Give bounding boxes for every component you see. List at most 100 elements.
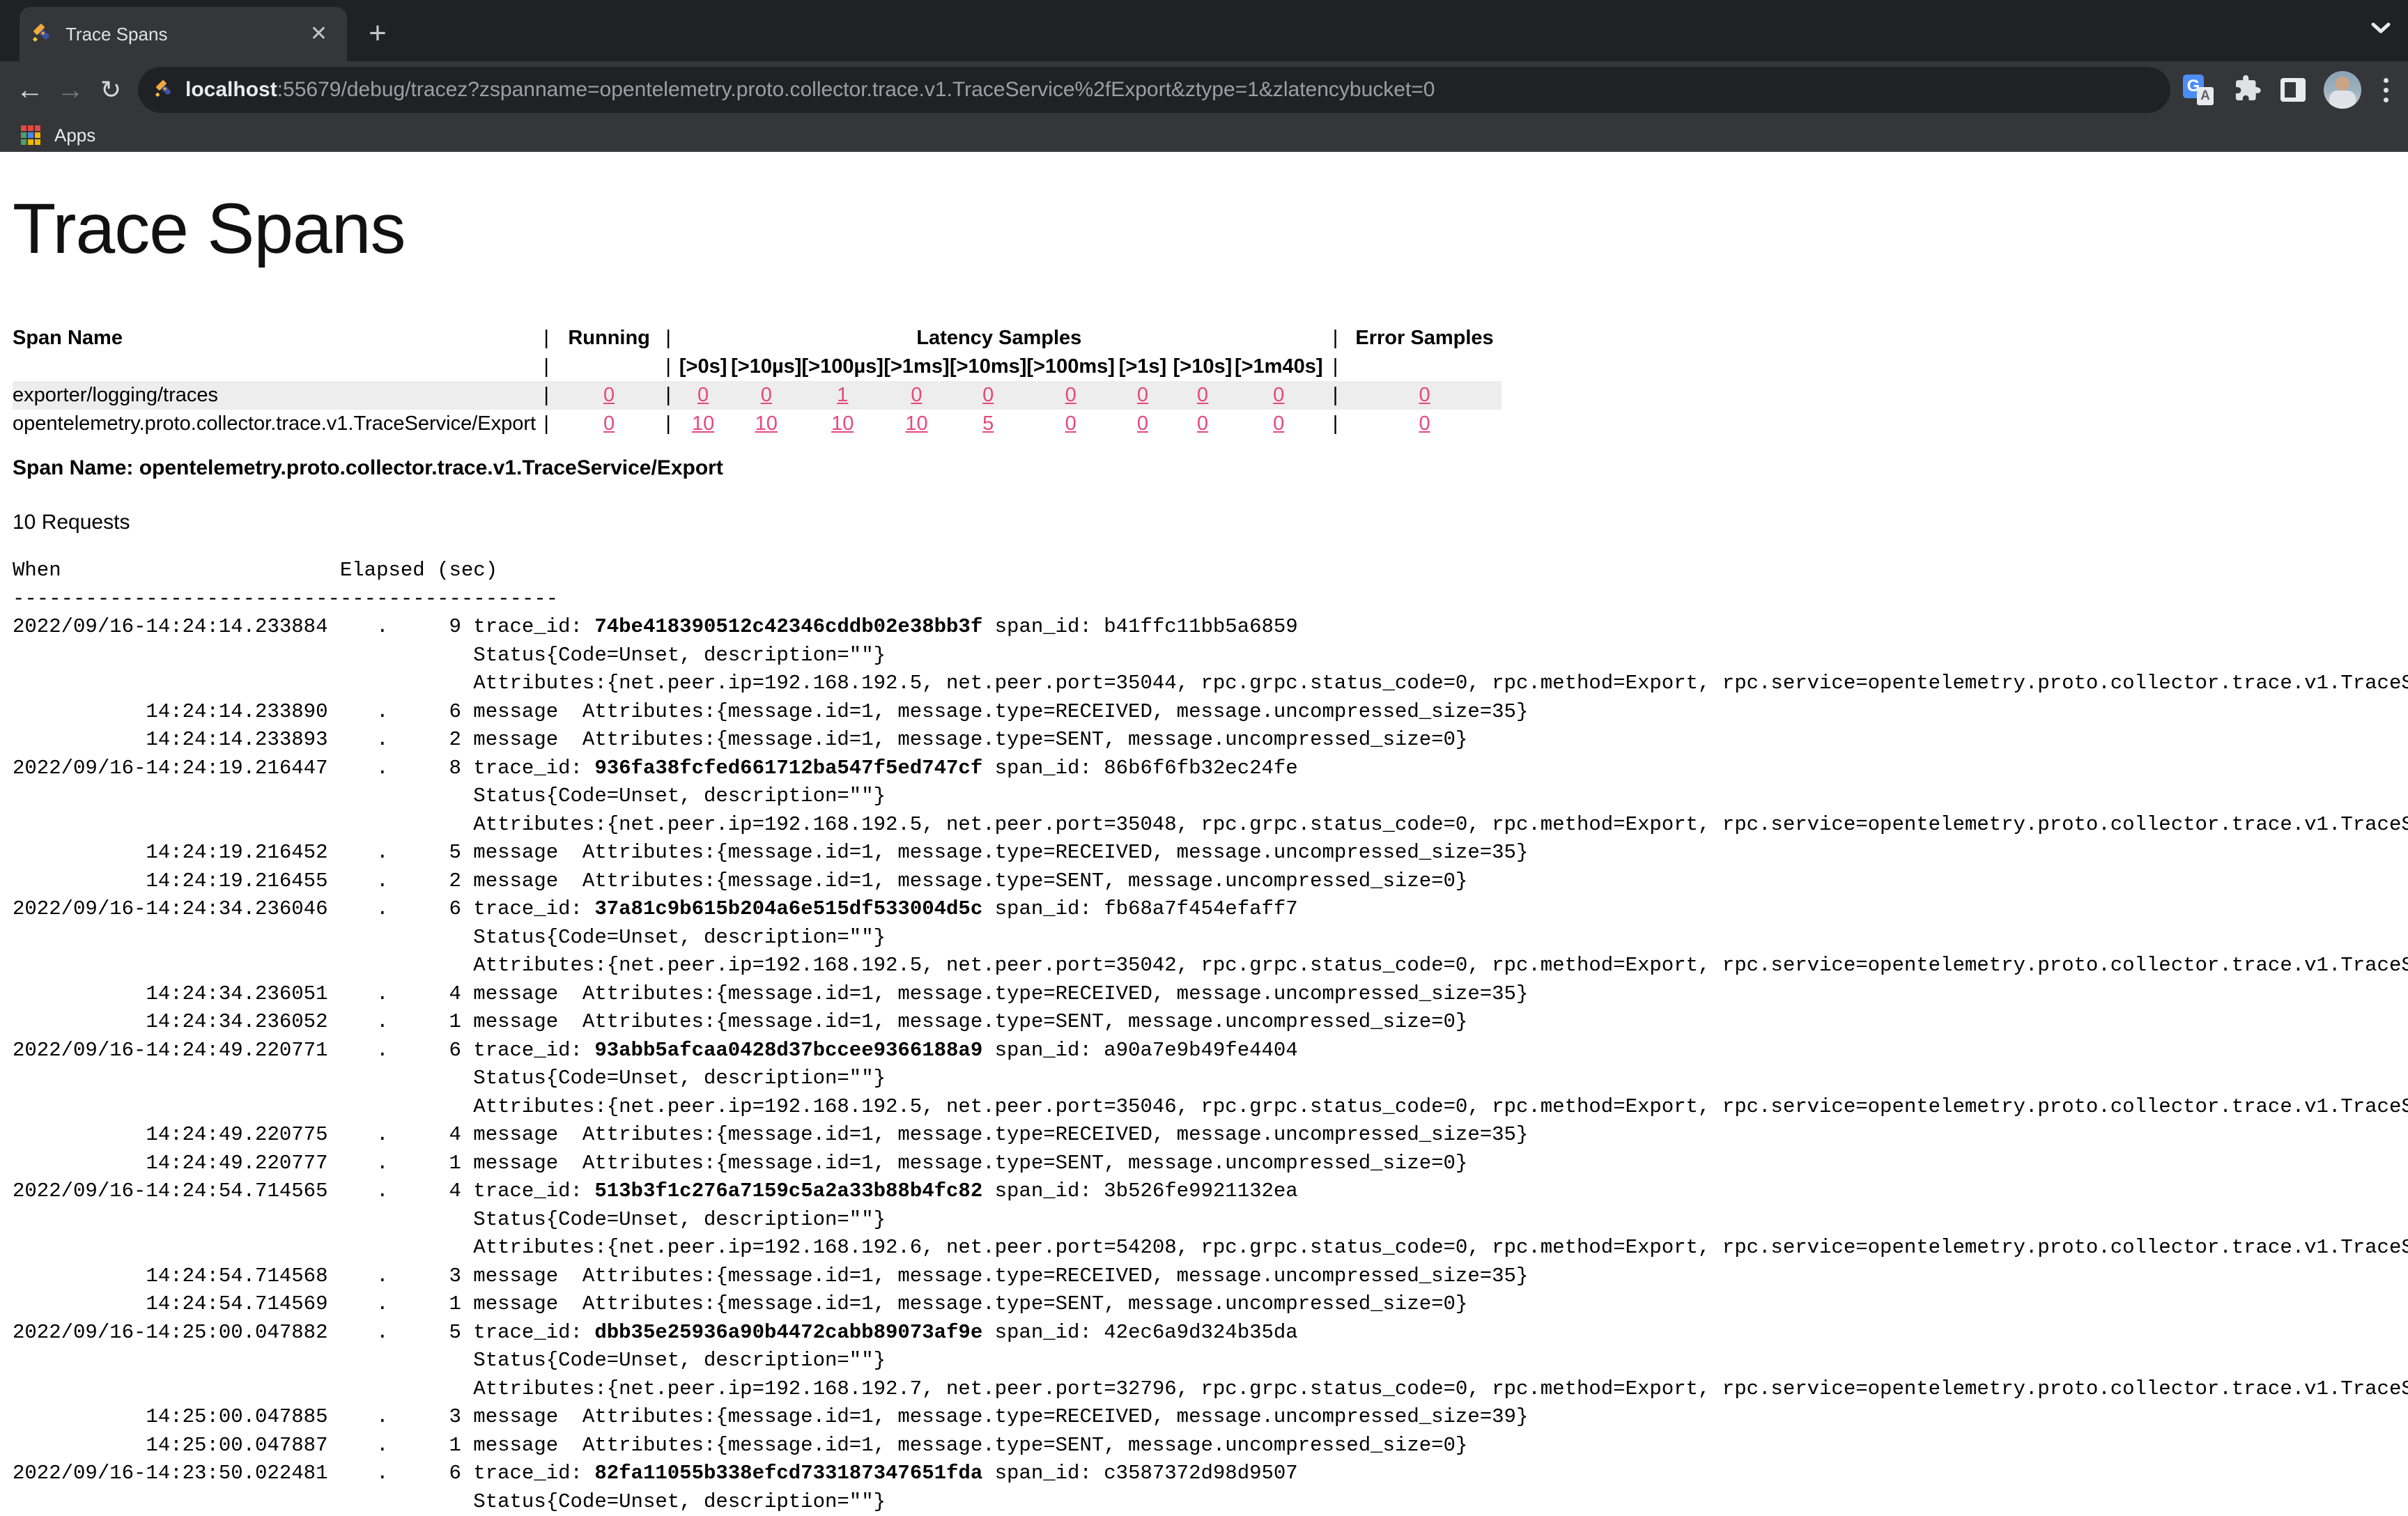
sample-start-line: 2022/09/16-14:24:14.233884 . 9 trace_id:… — [13, 613, 2408, 642]
latency-count-cell: 0 — [1026, 381, 1115, 410]
bucket-header-row: | | [>0s][>10µs][>100µs][>1ms][>10ms][>1… — [13, 353, 1502, 381]
back-button[interactable]: ← — [10, 75, 50, 106]
attributes-line: Attributes:{net.peer.ip=192.168.192.5, n… — [13, 1093, 2408, 1122]
sample-count-link[interactable]: 10 — [905, 412, 927, 435]
url-path: :55679/debug/tracez?zspanname=openteleme… — [277, 78, 1435, 101]
event-line: 14:24:54.714569 . 1 message Attributes:{… — [13, 1290, 2408, 1319]
bookmark-apps[interactable]: Apps — [54, 125, 95, 146]
span-summary-table: Span Name | Running | Latency Samples | … — [13, 324, 1502, 438]
sample-count-link[interactable]: 0 — [603, 384, 615, 406]
trace-samples: 2022/09/16-14:24:14.233884 . 9 trace_id:… — [13, 613, 2408, 1516]
translate-icon[interactable]: GA — [2183, 75, 2214, 105]
pipe-separator: | — [661, 381, 675, 410]
bucket-label: [>1s] — [1115, 353, 1171, 381]
event-line: 14:24:49.220775 . 4 message Attributes:{… — [13, 1121, 2408, 1150]
event-line: 14:24:14.233890 . 6 message Attributes:{… — [13, 698, 2408, 727]
sample-start-line: 2022/09/16-14:24:34.236046 . 6 trace_id:… — [13, 895, 2408, 924]
toolbar-actions: GA — [2183, 71, 2398, 109]
span-name-cell: exporter/logging/traces — [13, 381, 536, 410]
pipe-separator: | — [1323, 410, 1348, 438]
trace-id-value: 513b3f1c276a7159c5a2a33b88b4fc82 — [594, 1179, 982, 1202]
status-line: Status{Code=Unset, description=""} — [13, 642, 2408, 670]
latency-count-cell: 0 — [1235, 410, 1323, 438]
attributes-line: Attributes:{net.peer.ip=192.168.192.5, n… — [13, 670, 2408, 698]
error-count-cell: 0 — [1348, 410, 1502, 438]
sample-count-link[interactable]: 0 — [982, 384, 994, 406]
sample-count-link[interactable]: 0 — [1065, 412, 1076, 435]
latency-count-cell: 0 — [675, 381, 731, 410]
latency-count-cell: 0 — [950, 381, 1026, 410]
browser-toolbar: ← → ↻ localhost:55679/debug/tracez?zspan… — [0, 61, 2408, 118]
sample-count-link[interactable]: 0 — [1197, 412, 1208, 435]
sample-count-link[interactable]: 5 — [982, 412, 994, 435]
sample-count-link[interactable]: 0 — [1137, 384, 1148, 406]
bucket-label: [>100ms] — [1026, 353, 1115, 381]
attributes-line: Attributes:{net.peer.ip=192.168.192.5, n… — [13, 952, 2408, 980]
attributes-line: Attributes:{net.peer.ip=192.168.192.6, n… — [13, 1234, 2408, 1262]
bucket-label: [>0s] — [675, 353, 731, 381]
pipe-separator: | — [661, 410, 675, 438]
address-bar[interactable]: localhost:55679/debug/tracez?zspanname=o… — [138, 67, 2170, 113]
pipe-separator: | — [536, 353, 557, 381]
trace-id-value: 74be418390512c42346cddb02e38bb3f — [594, 615, 982, 638]
sample-count-link[interactable]: 0 — [1273, 384, 1284, 406]
menu-dots-icon[interactable] — [2379, 78, 2393, 102]
new-tab-button[interactable]: + — [361, 18, 394, 52]
trace-id-value: 936fa38fcfed661712ba547f5ed747cf — [594, 757, 982, 780]
tab-strip: Trace Spans ✕ + — [0, 0, 2408, 61]
tab-title: Trace Spans — [65, 24, 303, 45]
request-count: 10 Requests — [13, 511, 2408, 534]
forward-button[interactable]: → — [50, 75, 91, 106]
header-errors: Error Samples — [1348, 324, 1502, 353]
sample-count-link[interactable]: 0 — [761, 384, 772, 406]
header-latency: Latency Samples — [675, 324, 1322, 353]
sample-count-link[interactable]: 10 — [831, 412, 854, 435]
sample-count-link[interactable]: 1 — [837, 384, 848, 406]
bookmarks-bar: Apps — [0, 118, 2408, 152]
sample-count-link[interactable]: 0 — [1197, 384, 1208, 406]
sample-count-link[interactable]: 0 — [697, 384, 709, 406]
pipe-separator: | — [1323, 324, 1348, 353]
browser-tab[interactable]: Trace Spans ✕ — [20, 7, 347, 61]
sample-count-link[interactable]: 0 — [1065, 384, 1076, 406]
url-host: localhost — [185, 78, 277, 101]
attributes-line: Attributes:{net.peer.ip=192.168.192.7, n… — [13, 1375, 2408, 1404]
sample-start-line: 2022/09/16-14:25:00.047882 . 5 trace_id:… — [13, 1319, 2408, 1347]
latency-count-cell: 10 — [801, 410, 883, 438]
sample-start-line: 2022/09/16-14:24:49.220771 . 6 trace_id:… — [13, 1037, 2408, 1065]
trace-id-value: 37a81c9b615b204a6e515df533004d5c — [594, 897, 982, 920]
event-line: 14:24:34.236052 . 1 message Attributes:{… — [13, 1008, 2408, 1037]
trace-id-value: dbb35e25936a90b4472cabb89073af9e — [594, 1321, 982, 1344]
tab-search-chevron-icon[interactable] — [2369, 21, 2393, 35]
bucket-label: [>10s] — [1171, 353, 1235, 381]
sample-count-link[interactable]: 0 — [1419, 412, 1430, 435]
tab-close-icon[interactable]: ✕ — [303, 21, 334, 47]
latency-count-cell: 0 — [1171, 410, 1235, 438]
reload-button[interactable]: ↻ — [91, 75, 131, 105]
sample-count-link[interactable]: 0 — [1419, 384, 1430, 406]
pipe-separator: | — [536, 410, 557, 438]
sample-count-link[interactable]: 0 — [911, 384, 922, 406]
sample-count-link[interactable]: 0 — [1273, 412, 1284, 435]
header-span-name: Span Name — [13, 324, 536, 353]
span-row: opentelemetry.proto.collector.trace.v1.T… — [13, 410, 1502, 438]
latency-count-cell: 10 — [883, 410, 950, 438]
status-line: Status{Code=Unset, description=""} — [13, 1347, 2408, 1375]
span-row: exporter/logging/traces|0|001000000|0 — [13, 381, 1502, 410]
pipe-separator: | — [536, 324, 557, 353]
profile-avatar[interactable] — [2324, 71, 2361, 109]
sample-count-link[interactable]: 0 — [603, 412, 615, 435]
page-content: Trace Spans Span Name | Running | Latenc… — [0, 188, 2408, 1516]
status-line: Status{Code=Unset, description=""} — [13, 1065, 2408, 1093]
pipe-separator: | — [1323, 353, 1348, 381]
selected-span-name: Span Name: opentelemetry.proto.collector… — [13, 456, 2408, 480]
sample-count-link[interactable]: 0 — [1137, 412, 1148, 435]
side-panel-icon[interactable] — [2280, 78, 2306, 102]
latency-count-cell: 0 — [1026, 410, 1115, 438]
sample-count-link[interactable]: 10 — [755, 412, 778, 435]
bucket-label: [>100µs] — [801, 353, 883, 381]
latency-count-cell: 10 — [731, 410, 801, 438]
sample-count-link[interactable]: 10 — [692, 412, 714, 435]
extensions-puzzle-icon[interactable] — [2232, 73, 2262, 107]
latency-count-cell: 0 — [731, 381, 801, 410]
